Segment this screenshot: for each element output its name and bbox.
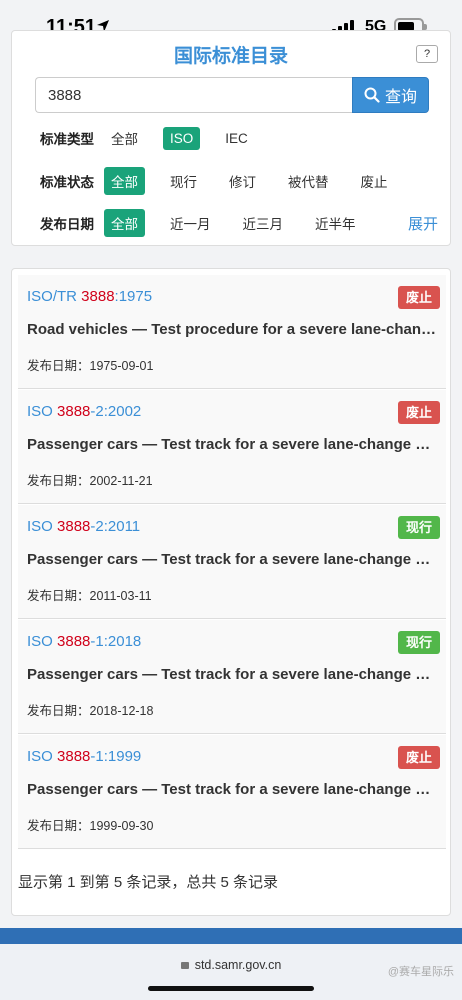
result-item[interactable]: ISO 3888-1:1999 废止 Passenger cars — Test…: [18, 735, 446, 849]
search-icon: [364, 87, 380, 103]
filter-chip[interactable]: 修订: [222, 167, 263, 195]
filter-panel: 国际标准目录 ? 查询 标准类型 全部 ISO IEC 标准状态 全部 现行 修…: [11, 30, 451, 246]
info-icon[interactable]: ?: [416, 45, 438, 63]
filter-chip-selected[interactable]: ISO: [163, 126, 201, 150]
result-item[interactable]: ISO 3888-2:2011 现行 Passenger cars — Test…: [18, 505, 446, 619]
standard-title[interactable]: Passenger cars — Test track for a severe…: [27, 781, 439, 798]
filter-row-type: 标准类型 全部 ISO IEC: [40, 125, 440, 151]
filter-chip[interactable]: 近三月: [236, 209, 291, 237]
status-badge: 废止: [397, 746, 440, 769]
lock-icon: [180, 962, 189, 969]
browser-address-bar[interactable]: std.samr.gov.cn @赛车星际乐: [0, 944, 462, 1000]
search-input[interactable]: [35, 77, 353, 113]
standard-code-link[interactable]: ISO 3888-2:2002: [27, 403, 141, 420]
filter-chip[interactable]: 近一月: [163, 209, 218, 237]
standard-code-link[interactable]: ISO/TR 3888:1975: [27, 288, 152, 305]
filter-row-status: 标准状态 全部 现行 修订 被代替 废止: [40, 167, 440, 195]
standard-code-link[interactable]: ISO 3888-1:2018: [27, 633, 141, 650]
publish-date: 发布日期：2011-03-11: [27, 589, 152, 603]
standard-code-link[interactable]: ISO 3888-2:2011: [27, 518, 140, 535]
status-badge: 现行: [397, 516, 440, 539]
publish-date: 发布日期：2018-12-18: [27, 704, 154, 718]
results-list: ISO/TR 3888:1975 废止 Road vehicles — Test…: [11, 268, 451, 916]
page-title: 国际标准目录: [173, 46, 288, 67]
filter-label: 发布日期: [40, 217, 94, 232]
publish-date: 发布日期：1975-09-01: [27, 359, 154, 373]
filter-chip-selected[interactable]: 全部: [104, 167, 145, 195]
home-indicator[interactable]: [148, 986, 314, 991]
filter-chip[interactable]: 现行: [163, 167, 204, 195]
status-badge: 现行: [397, 631, 440, 654]
result-item[interactable]: ISO 3888-1:2018 现行 Passenger cars — Test…: [18, 620, 446, 734]
result-item[interactable]: ISO/TR 3888:1975 废止 Road vehicles — Test…: [18, 275, 446, 389]
pagination-summary: 显示第 1 到第 5 条记录，总共 5 条记录: [18, 874, 279, 891]
standard-title[interactable]: Passenger cars — Test track for a severe…: [27, 666, 439, 683]
filter-label: 标准类型: [40, 132, 94, 147]
publish-date: 发布日期：2002-11-21: [27, 474, 153, 488]
result-item[interactable]: ISO 3888-2:2002 废止 Passenger cars — Test…: [18, 390, 446, 504]
status-badge: 废止: [397, 401, 440, 424]
filter-chip[interactable]: 废止: [354, 167, 395, 195]
search-button-label: 查询: [384, 89, 417, 106]
standard-code-link[interactable]: ISO 3888-1:1999: [27, 748, 141, 765]
standard-title[interactable]: Passenger cars — Test track for a severe…: [27, 436, 439, 453]
standard-title[interactable]: Road vehicles — Test procedure for a sev…: [27, 321, 439, 338]
watermark: @赛车星际乐: [387, 966, 454, 978]
filter-chip[interactable]: 近半年: [308, 209, 363, 237]
page-footer-bar: [0, 928, 462, 944]
expand-link[interactable]: 展开: [408, 213, 438, 234]
publish-date: 发布日期：1999-09-30: [27, 819, 154, 833]
status-badge: 废止: [397, 286, 440, 309]
filter-chip[interactable]: IEC: [218, 127, 255, 150]
filter-chip[interactable]: 全部: [104, 124, 145, 152]
search-button[interactable]: 查询: [352, 77, 429, 113]
filter-chip[interactable]: 被代替: [281, 167, 336, 195]
filter-row-date: 发布日期 全部 近一月 近三月 近半年 展开: [40, 209, 440, 237]
filter-label: 标准状态: [40, 175, 94, 190]
filter-chip-selected[interactable]: 全部: [104, 209, 145, 237]
standard-title[interactable]: Passenger cars — Test track for a severe…: [27, 551, 439, 568]
